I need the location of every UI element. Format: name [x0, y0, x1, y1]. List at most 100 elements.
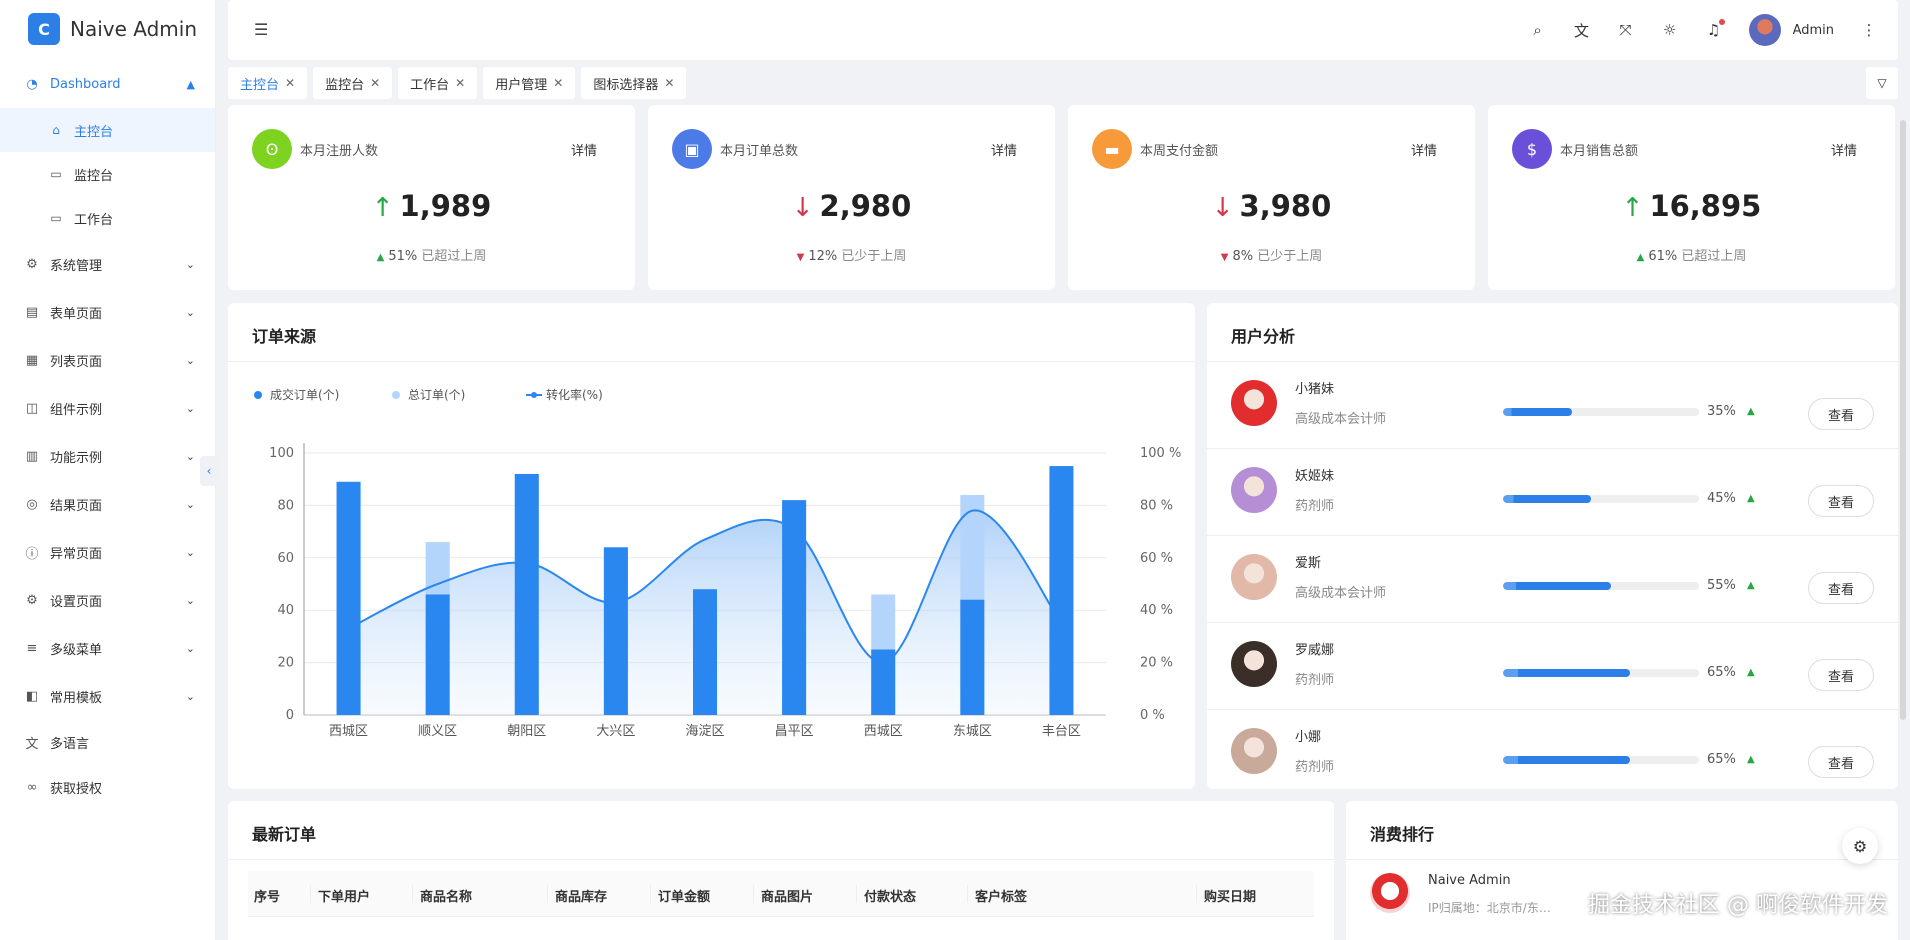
stat-value-row: ↑ 16,895	[1488, 189, 1895, 223]
close-icon[interactable]: ✕	[285, 76, 295, 90]
stat-icon: ▬	[1092, 129, 1132, 169]
column-separator	[650, 885, 651, 903]
bar-completed-orders	[960, 599, 985, 715]
sidebar-item-1[interactable]: ▤ 表单页面 ⌄	[0, 288, 215, 336]
ranking-user-ip: IP归属地：北京市/东…	[1428, 901, 1551, 915]
theme-sun-icon[interactable]: ☼	[1661, 21, 1679, 39]
y-tick-label: 20	[277, 656, 294, 671]
bar-completed-orders	[603, 547, 628, 715]
close-icon[interactable]: ✕	[664, 76, 674, 90]
app-logo[interactable]: C Naive Admin	[0, 0, 215, 58]
sidebar-item-dashboard[interactable]: ◔ Dashboard ▲	[0, 60, 215, 108]
trend-arrow-up-icon: ↑	[1621, 193, 1644, 223]
bell-icon[interactable]: ♫	[1705, 19, 1725, 39]
view-user-button[interactable]: 查看	[1808, 746, 1874, 778]
view-user-button[interactable]: 查看	[1808, 485, 1874, 517]
orders-column-header[interactable]: 商品名称	[420, 886, 472, 905]
user-name[interactable]: Admin	[1793, 23, 1834, 38]
sidebar-sub-item-console[interactable]: ⌂ 主控台	[0, 108, 215, 152]
sidebar-item-2[interactable]: ▦ 列表页面 ⌄	[0, 336, 215, 384]
x-tick-label: 顺义区	[418, 724, 457, 739]
user-progress-fill	[1503, 756, 1631, 764]
sidebar-plain-item-0[interactable]: 文 多语言	[0, 720, 215, 765]
sidebar-item-label: 多语言	[50, 737, 90, 752]
tabs-dropdown-button[interactable]: ▽	[1866, 67, 1898, 99]
user-progress-fill	[1503, 669, 1631, 677]
stat-pct: 8%	[1232, 249, 1254, 264]
column-separator	[856, 885, 857, 903]
stat-compare: ▲ 61% 已超过上周	[1488, 245, 1895, 264]
user-avatar[interactable]	[1748, 14, 1781, 46]
y-tick-label: 100	[269, 446, 294, 461]
sidebar-item-label: 多级菜单	[50, 642, 103, 658]
sidebar-item-0[interactable]: ⚙ 系统管理 ⌄	[0, 240, 215, 288]
stat-compare: ▲ 51% 已超过上周	[228, 245, 635, 264]
stat-detail-link[interactable]: 详情	[1411, 140, 1437, 159]
more-vertical-icon[interactable]: ⋮	[1860, 21, 1878, 39]
sidebar-sub-item-monitor[interactable]: ▭ 监控台	[0, 152, 215, 196]
sidebar-item-9[interactable]: ◧ 常用模板 ⌄	[0, 672, 215, 720]
stat-header: ʘ 本月注册人数 详情	[252, 129, 597, 169]
view-user-button[interactable]: 查看	[1808, 659, 1874, 691]
chevron-down-icon: ▽	[1877, 76, 1887, 90]
card-divider	[228, 859, 1334, 860]
stat-detail-link[interactable]: 详情	[1831, 140, 1857, 159]
sidebar-plain-item-1[interactable]: ∞ 获取授权	[0, 765, 215, 810]
home-icon: ⌂	[52, 123, 60, 137]
translate-icon[interactable]: 文	[1573, 20, 1591, 41]
orders-column-header[interactable]: 购买日期	[1204, 886, 1256, 905]
fullscreen-icon[interactable]: ⤧	[1617, 21, 1635, 39]
close-icon[interactable]: ✕	[455, 76, 465, 90]
tab-1[interactable]: 监控台 ✕	[313, 67, 393, 99]
menu-fold-icon[interactable]: ☰	[254, 20, 268, 39]
card-title: 用户分析	[1231, 327, 1296, 346]
settings-fab-button[interactable]: ⚙	[1842, 828, 1878, 864]
sidebar-item-label: 功能示例	[50, 450, 103, 466]
sidebar-item-3[interactable]: ◫ 组件示例 ⌄	[0, 384, 215, 432]
orders-column-header[interactable]: 下单用户	[318, 886, 370, 905]
alert-circle-icon: ⓘ	[25, 546, 39, 562]
sidebar-item-5[interactable]: ◎ 结果页面 ⌄	[0, 480, 215, 528]
view-user-button[interactable]: 查看	[1808, 398, 1874, 430]
card-title: 订单来源	[252, 327, 317, 346]
close-icon[interactable]: ✕	[553, 76, 563, 90]
orders-column-header[interactable]: 商品库存	[555, 886, 607, 905]
user-progress-bar	[1503, 669, 1699, 677]
sidebar-item-6[interactable]: ⓘ 异常页面 ⌄	[0, 528, 215, 576]
orders-column-header[interactable]: 序号	[254, 886, 280, 905]
orders-column-header[interactable]: 付款状态	[864, 886, 916, 905]
search-icon[interactable]: ⌕	[1529, 21, 1547, 39]
x-tick-label: 丰台区	[1042, 724, 1081, 739]
y2-tick-label: 0 %	[1140, 708, 1165, 723]
user-avatar	[1231, 728, 1277, 774]
view-user-button[interactable]: 查看	[1808, 572, 1874, 604]
ranking-avatar	[1370, 873, 1410, 913]
sidebar-item-7[interactable]: ⚙ 设置页面 ⌄	[0, 576, 215, 624]
tab-2[interactable]: 工作台 ✕	[398, 67, 478, 99]
sidebar-sub-label: 工作台	[74, 212, 114, 228]
page-scrollbar[interactable]	[1900, 120, 1906, 720]
tab-0[interactable]: 主控台 ✕	[228, 67, 308, 99]
settings-icon: ⚙	[26, 592, 38, 608]
sidebar-sub-item-workbench[interactable]: ▭ 工作台	[0, 196, 215, 240]
stat-pct: 51%	[388, 249, 418, 264]
stat-title: 本周支付金额	[1140, 143, 1219, 159]
sidebar-item-label: 异常页面	[50, 546, 103, 562]
orders-column-header[interactable]: 商品图片	[761, 886, 813, 905]
user-progress-fill	[1503, 408, 1572, 416]
order-source-card: 订单来源 0 0 % 20 20 % 40 40 % 60 60 % 80 80 % 100 100 …	[228, 303, 1195, 789]
stat-detail-link[interactable]: 详情	[571, 140, 597, 159]
sidebar-collapse-button[interactable]: ‹	[200, 456, 218, 486]
close-icon[interactable]: ✕	[370, 76, 380, 90]
user-progress-pct: 55%	[1707, 578, 1736, 593]
stat-compare-text: 已少于上周	[841, 249, 907, 264]
sidebar-item-4[interactable]: ▥ 功能示例 ⌄	[0, 432, 215, 480]
sidebar-item-8[interactable]: ≡ 多级菜单 ⌄	[0, 624, 215, 672]
sidebar-item-label: 常用模板	[50, 690, 103, 706]
stat-card-0: ʘ 本月注册人数 详情 ↑ 1,989 ▲ 51% 已超过上周	[228, 105, 635, 290]
orders-column-header[interactable]: 客户标签	[975, 886, 1027, 905]
orders-column-header[interactable]: 订单金额	[658, 886, 710, 905]
stat-detail-link[interactable]: 详情	[991, 140, 1017, 159]
tab-3[interactable]: 用户管理 ✕	[483, 67, 576, 99]
tab-4[interactable]: 图标选择器 ✕	[581, 67, 687, 99]
